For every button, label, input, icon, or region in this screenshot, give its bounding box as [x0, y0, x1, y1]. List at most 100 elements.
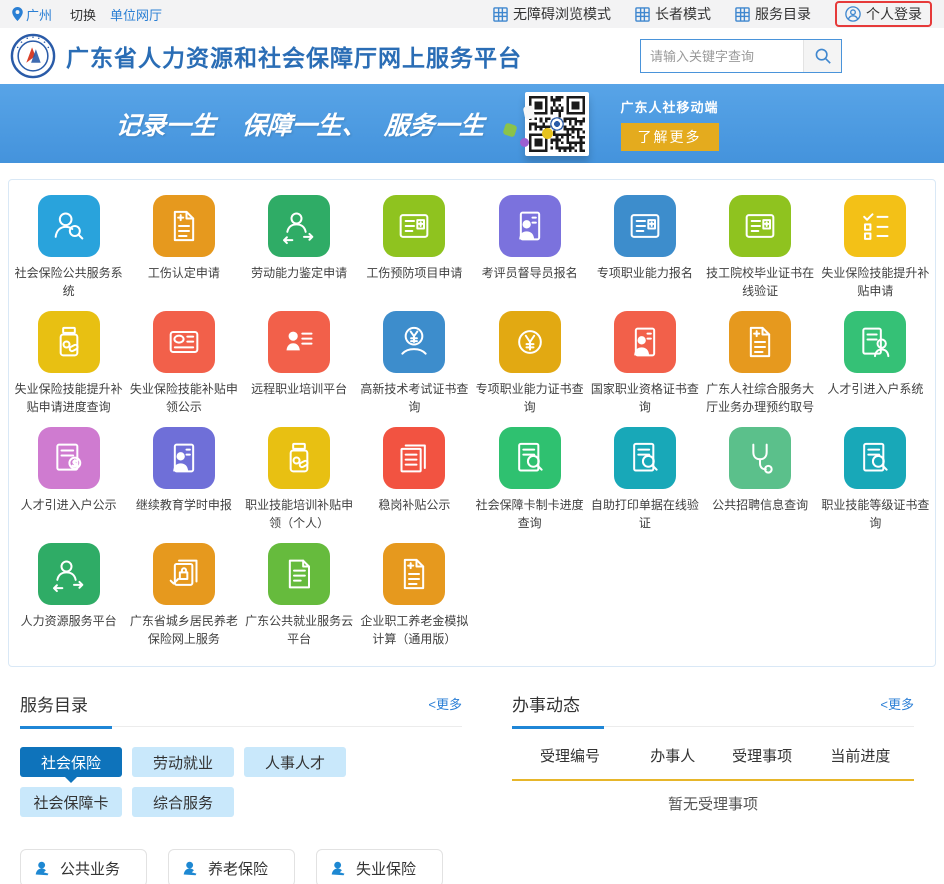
service-button[interactable]: 失业保险: [316, 849, 443, 884]
doc-search-icon: [499, 427, 561, 489]
app-tile[interactable]: 广东省城乡居民养老保险网上服务: [126, 543, 241, 648]
stethoscope-icon: [729, 427, 791, 489]
app-tile-label: 技工院校毕业证书在线验证: [704, 264, 816, 300]
app-tile[interactable]: 工伤认定申请: [126, 195, 241, 300]
app-tile-label: 职业技能培训补贴申领（个人）: [243, 496, 355, 532]
doc-plus-icon: [729, 311, 791, 373]
location-pin-icon: [12, 7, 23, 21]
app-tile[interactable]: 稳岗补贴公示: [357, 427, 472, 532]
app-tile[interactable]: 远程职业培训平台: [242, 311, 357, 416]
service-tab[interactable]: 社会保险: [20, 747, 122, 777]
doc-person-icon: [844, 311, 906, 373]
app-tile[interactable]: 广东人社综合服务大厅业务办理预约取号: [703, 311, 818, 416]
app-tile[interactable]: 继续教育学时申报: [126, 427, 241, 532]
app-tile[interactable]: 失业保险技能补贴申领公示: [126, 311, 241, 416]
app-tile[interactable]: 劳动能力鉴定申请: [242, 195, 357, 300]
topbar: 广州 切换 单位网厅 无障碍浏览模式 长者模式 服务目录 个人登录: [0, 0, 944, 28]
app-tile[interactable]: 社会保障卡制卡进度查询: [472, 427, 587, 532]
person-doc-icon: [499, 195, 561, 257]
app-tile[interactable]: 自助打印单据在线验证: [587, 427, 702, 532]
activity-table-header: 受理编号办事人受理事项当前进度: [512, 745, 914, 781]
doc-search-icon: [844, 427, 906, 489]
cards-check-icon: [153, 543, 215, 605]
search-button[interactable]: [803, 40, 841, 72]
app-tile[interactable]: 技工院校毕业证书在线验证: [703, 195, 818, 300]
app-tile-label: 职业技能等级证书查询: [819, 496, 931, 532]
app-tile-label: 广东公共就业服务云平台: [243, 612, 355, 648]
app-tile[interactable]: 高新技术考试证书查询: [357, 311, 472, 416]
app-tile-label: 广东省城乡居民养老保险网上服务: [128, 612, 240, 648]
app-tile[interactable]: 失业保险技能提升补贴申请: [818, 195, 933, 300]
person-lines-icon: [268, 311, 330, 373]
app-tile[interactable]: 职业技能培训补贴申领（个人）: [242, 427, 357, 532]
app-tile[interactable]: 国家职业资格证书查询: [587, 311, 702, 416]
elder-mode-button[interactable]: 长者模式: [635, 4, 711, 24]
doc-money-icon: [38, 427, 100, 489]
activity-panel: 办事动态 <更多 受理编号办事人受理事项当前进度 暂无受理事项: [512, 691, 914, 884]
app-tile-label: 广东人社综合服务大厅业务办理预约取号: [704, 380, 816, 416]
grid-icon: [493, 7, 508, 22]
activity-header: 办事动态 <更多: [512, 691, 914, 727]
search-box: [640, 39, 842, 73]
banner-decoration: [498, 98, 568, 148]
app-tile[interactable]: 企业职工养老金模拟计算（通用版）: [357, 543, 472, 648]
app-tile-label: 劳动能力鉴定申请: [251, 264, 347, 282]
app-tile-label: 高新技术考试证书查询: [358, 380, 470, 416]
app-tile[interactable]: 工伤预防项目申请: [357, 195, 472, 300]
app-tile[interactable]: 失业保险技能提升补贴申请进度查询: [11, 311, 126, 416]
doc-search-icon: [614, 427, 676, 489]
app-tile-label: 工伤认定申请: [148, 264, 220, 282]
yen-hand-icon: [383, 311, 445, 373]
person-doc-icon: [153, 427, 215, 489]
location-selector[interactable]: 广州: [12, 5, 52, 24]
app-tile-label: 社会保障卡制卡进度查询: [474, 496, 586, 532]
grid-icon: [735, 7, 750, 22]
people-arrows-icon: [268, 195, 330, 257]
grid-icon: [635, 7, 650, 22]
service-catalog-more-link[interactable]: <更多: [428, 694, 462, 713]
service-tab[interactable]: 社会保障卡: [20, 787, 122, 817]
app-tile[interactable]: 社会保险公共服务系统: [11, 195, 126, 300]
site-header: 广东省人力资源和社会保障厅网上服务平台: [0, 28, 944, 84]
doc-plus-icon: [153, 195, 215, 257]
service-button[interactable]: 公共业务: [20, 849, 147, 884]
app-tile[interactable]: 广东公共就业服务云平台: [242, 543, 357, 648]
service-tab[interactable]: 人事人才: [244, 747, 346, 777]
city-label: 广州: [26, 5, 52, 24]
person-icon: [34, 860, 51, 877]
table-column-header: 受理编号: [512, 745, 628, 766]
app-tile-label: 失业保险技能补贴申领公示: [128, 380, 240, 416]
app-tile-label: 继续教育学时申报: [136, 496, 232, 514]
search-input[interactable]: [641, 40, 803, 72]
app-tile[interactable]: 职业技能等级证书查询: [818, 427, 933, 532]
learn-more-button[interactable]: 了解更多: [621, 123, 719, 151]
app-tile[interactable]: 考评员督导员报名: [472, 195, 587, 300]
app-tile-label: 国家职业资格证书查询: [589, 380, 701, 416]
unit-hall-link[interactable]: 单位网厅: [110, 5, 162, 24]
service-catalog-tabs: 社会保险劳动就业人事人才社会保障卡综合服务: [20, 747, 370, 817]
app-tile[interactable]: 公共招聘信息查询: [703, 427, 818, 532]
service-catalog-button[interactable]: 服务目录: [735, 4, 811, 24]
app-tile[interactable]: 专项职业能力报名: [587, 195, 702, 300]
bottle-icon: [268, 427, 330, 489]
app-tile[interactable]: 人力资源服务平台: [11, 543, 126, 648]
service-tab[interactable]: 劳动就业: [132, 747, 234, 777]
accessibility-mode-button[interactable]: 无障碍浏览模式: [493, 4, 611, 24]
person-doc-icon: [614, 311, 676, 373]
activity-empty-text: 暂无受理事项: [512, 793, 914, 814]
service-tab[interactable]: 综合服务: [132, 787, 234, 817]
app-tile[interactable]: 专项职业能力证书查询: [472, 311, 587, 416]
app-tile[interactable]: 人才引进入户系统: [818, 311, 933, 416]
service-button[interactable]: 养老保险: [168, 849, 295, 884]
app-tile-label: 失业保险技能提升补贴申请进度查询: [13, 380, 125, 416]
card-badge-icon: [729, 195, 791, 257]
app-tile[interactable]: 人才引进入户公示: [11, 427, 126, 532]
switch-city-link[interactable]: 切换: [70, 5, 96, 24]
apps-panel: 社会保险公共服务系统 工伤认定申请 劳动能力鉴定申请 工伤预防项目申请 考评员督…: [8, 179, 936, 667]
personal-login-button[interactable]: 个人登录: [835, 1, 932, 27]
app-tile-label: 自助打印单据在线验证: [589, 496, 701, 532]
app-tile-label: 失业保险技能提升补贴申请: [819, 264, 931, 300]
service-catalog-title: 服务目录: [20, 691, 88, 716]
activity-more-link[interactable]: <更多: [880, 694, 914, 713]
mobile-app-name: 广东人社移动端: [621, 97, 719, 116]
